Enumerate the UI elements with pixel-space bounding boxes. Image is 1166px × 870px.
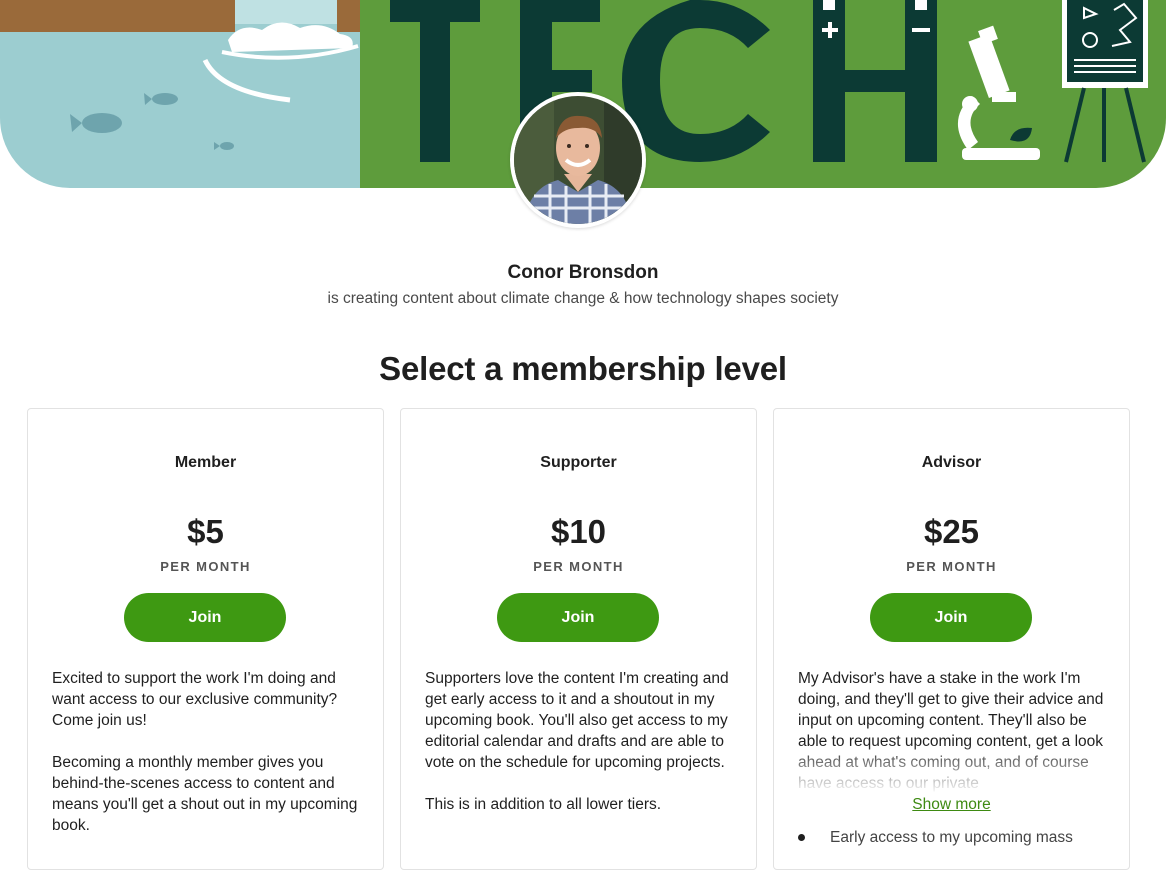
tier-price: $5 xyxy=(187,513,224,550)
creator-name: Conor Bronsdon xyxy=(507,262,659,283)
tier-description-paragraph: This is in addition to all lower tiers. xyxy=(425,796,662,813)
tier-card-supporter: Supporter $10 PER MONTH Join Supporters … xyxy=(400,408,757,870)
tier-period: PER MONTH xyxy=(906,559,997,574)
collapsed-description: My Advisor's have a stake in the work I'… xyxy=(798,668,1110,794)
tier-name: Supporter xyxy=(540,454,617,471)
join-button-supporter[interactable]: Join xyxy=(497,593,659,642)
show-more-link[interactable]: Show more xyxy=(774,796,1129,814)
bullet-icon xyxy=(798,834,805,841)
tier-description-paragraph: My Advisor's have a stake in the work I'… xyxy=(798,670,1104,792)
tier-card-member: Member $5 PER MONTH Join Excited to supp… xyxy=(27,408,384,870)
tier-name: Advisor xyxy=(921,454,982,471)
tier-description-paragraph: Becoming a monthly member gives you behi… xyxy=(52,754,358,834)
section-title: Select a membership level xyxy=(379,350,787,387)
join-button-member[interactable]: Join xyxy=(124,593,286,642)
tier-description-paragraph: Excited to support the work I'm doing an… xyxy=(52,670,338,729)
creator-tagline: is creating content about climate change… xyxy=(327,290,839,307)
tier-description: My Advisor's have a stake in the work I'… xyxy=(798,668,1110,794)
tier-price: $10 xyxy=(550,513,607,550)
tier-description: Excited to support the work I'm doing an… xyxy=(52,668,364,857)
tier-name: Member xyxy=(174,454,237,471)
tier-period: PER MONTH xyxy=(160,559,251,574)
benefit-text: Early access to my upcoming mass xyxy=(830,829,1073,846)
tier-description-paragraph: Supporters love the content I'm creating… xyxy=(425,670,729,771)
tier-price: $25 xyxy=(923,513,980,550)
tier-card-advisor: Advisor $25 PER MONTH Join My Advisor's … xyxy=(773,408,1130,870)
avatar-photo xyxy=(514,96,642,224)
join-button-advisor[interactable]: Join xyxy=(870,593,1032,642)
tier-period: PER MONTH xyxy=(533,559,624,574)
creator-avatar[interactable] xyxy=(510,92,646,228)
tier-description: Supporters love the content I'm creating… xyxy=(425,668,737,836)
